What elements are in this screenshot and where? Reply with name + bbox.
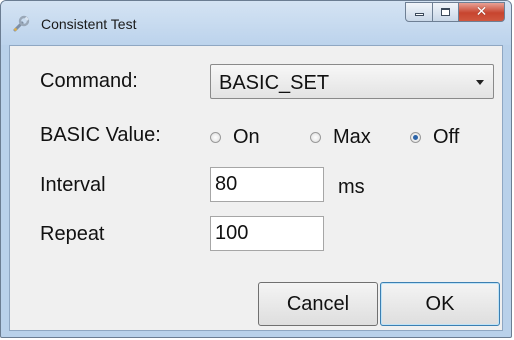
minimize-button[interactable]: [405, 2, 433, 22]
radio-on-label: On: [233, 125, 260, 148]
radio-max-label: Max: [333, 125, 371, 148]
command-dropdown[interactable]: BASIC_SET: [210, 64, 494, 99]
close-button[interactable]: ✕: [459, 2, 505, 22]
ok-button[interactable]: OK: [380, 282, 500, 326]
interval-input[interactable]: [211, 168, 323, 201]
caption-buttons: ✕: [405, 2, 505, 24]
repeat-field[interactable]: [210, 216, 324, 251]
interval-unit: ms: [338, 176, 365, 198]
radio-max[interactable]: Max: [310, 124, 371, 150]
radio-on-indicator[interactable]: [210, 131, 221, 143]
wrench-icon: [13, 15, 30, 32]
maximize-button[interactable]: [433, 2, 459, 22]
title-bar[interactable]: Consistent Test ✕: [1, 1, 511, 45]
radio-off-label: Off: [433, 125, 460, 148]
interval-label: Interval: [40, 174, 106, 196]
command-label: Command:: [40, 70, 138, 92]
repeat-label: Repeat: [40, 223, 105, 245]
interval-field[interactable]: [210, 167, 324, 202]
cancel-button[interactable]: Cancel: [258, 282, 378, 326]
radio-on[interactable]: On: [210, 124, 260, 150]
basic-value-radio-group: On Max Off: [210, 124, 500, 150]
window-title: Consistent Test: [41, 16, 137, 32]
radio-off-indicator[interactable]: [410, 131, 421, 143]
basic-value-label: BASIC Value:: [40, 124, 161, 146]
chevron-down-icon: [476, 80, 484, 85]
radio-off[interactable]: Off: [410, 124, 459, 150]
command-selected-value: BASIC_SET: [219, 72, 330, 94]
radio-max-indicator[interactable]: [310, 131, 321, 143]
dialog-body: Command: BASIC_SET BASIC Value: On Max O…: [9, 45, 503, 331]
dialog-window: Consistent Test ✕ Command: BASIC_SET BAS…: [0, 0, 512, 338]
close-icon: ✕: [475, 4, 488, 20]
repeat-input[interactable]: [211, 217, 323, 250]
